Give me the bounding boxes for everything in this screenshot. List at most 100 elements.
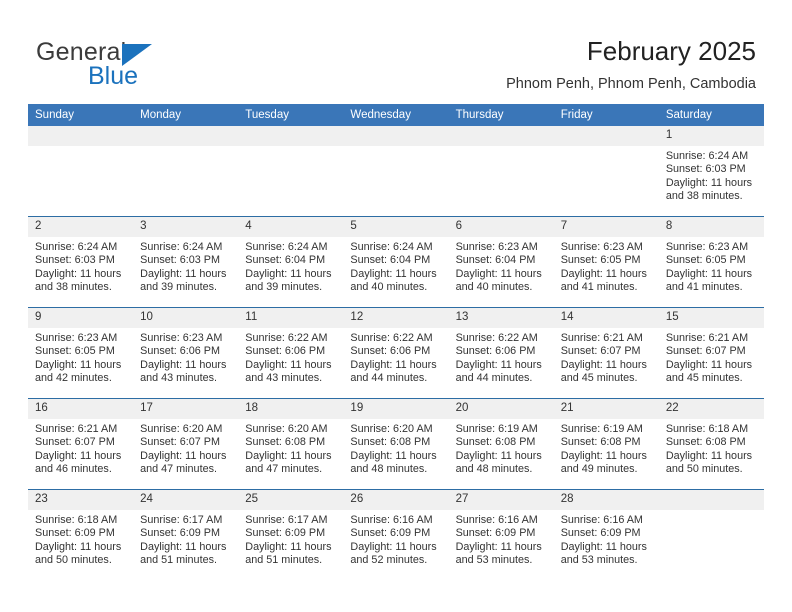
daylight-duration-line2: and 41 minutes. (665, 281, 743, 294)
calendar-day-cell[interactable]: 27 Sunrise: 6:16 AM Sunset: 6:09 PM Dayligh… (448, 489, 554, 580)
day-number: 24 (133, 490, 239, 510)
calendar-day-cell[interactable]: 10 Sunrise: 6:23 AM Sunset: 6:06 PM Dayligh… (133, 307, 239, 399)
day-sun-info: Sunrise: 6:20 AM Sunset: 6:08 PM Daylight:… (343, 419, 448, 477)
sunset-time: Sunset: 6:07 PM (560, 345, 641, 358)
calendar-day-cell[interactable]: 11 Sunrise: 6:22 AM Sunset: 6:06 PM Dayligh… (238, 307, 344, 399)
day-number (658, 490, 764, 510)
day-sun-info: Sunrise: 6:18 AM Sunset: 6:08 PM Daylight:… (659, 419, 764, 477)
day-sun-info: Sunrise: 6:17 AM Sunset: 6:09 PM Daylight:… (238, 510, 343, 568)
day-number (448, 126, 554, 146)
daylight-duration-line2: and 45 minutes. (560, 372, 638, 385)
day-sun-info: Sunrise: 6:22 AM Sunset: 6:06 PM Daylight:… (343, 328, 448, 386)
day-number: 9 (28, 308, 134, 328)
daylight-duration-line1: Daylight: 11 hours (665, 449, 753, 462)
day-number (553, 126, 659, 146)
calendar-day-cell[interactable]: 23 Sunrise: 6:18 AM Sunset: 6:09 PM Dayligh… (28, 489, 134, 580)
daylight-duration-line2: and 48 minutes. (350, 463, 428, 476)
day-sun-info: Sunrise: 6:17 AM Sunset: 6:09 PM Daylight:… (133, 510, 238, 568)
day-sun-info: Sunrise: 6:24 AM Sunset: 6:04 PM Daylight:… (343, 237, 448, 295)
logo-text-blue: Blue (88, 62, 139, 90)
day-number (238, 126, 344, 146)
daylight-duration-line1: Daylight: 11 hours (455, 449, 542, 462)
calendar-day-cell[interactable]: 17 Sunrise: 6:20 AM Sunset: 6:07 PM Dayligh… (133, 398, 239, 490)
day-sun-info: Sunrise: 6:23 AM Sunset: 6:05 PM Daylight:… (659, 237, 764, 295)
daylight-duration-line2: and 44 minutes. (350, 372, 428, 385)
day-sun-info: Sunrise: 6:23 AM Sunset: 6:05 PM Daylight:… (28, 328, 133, 386)
calendar-day-cell[interactable]: 19 Sunrise: 6:20 AM Sunset: 6:08 PM Dayligh… (343, 398, 449, 490)
day-sun-info: Sunrise: 6:16 AM Sunset: 6:09 PM Daylight:… (343, 510, 448, 568)
day-sun-info: Sunrise: 6:22 AM Sunset: 6:06 PM Daylight:… (449, 328, 554, 386)
calendar-day-cell[interactable]: 13 Sunrise: 6:22 AM Sunset: 6:06 PM Dayligh… (448, 307, 554, 399)
daylight-duration-line1: Daylight: 11 hours (140, 540, 227, 553)
day-number: 14 (553, 308, 659, 328)
calendar-day-cell[interactable]: 21 Sunrise: 6:19 AM Sunset: 6:08 PM Dayligh… (553, 398, 659, 490)
daylight-duration-line2: and 53 minutes. (560, 554, 638, 567)
weekday-header-row: Sunday Monday Tuesday Wednesday Thursday Frid… (28, 104, 764, 126)
calendar-day-cell-empty (133, 126, 239, 217)
sunset-time: Sunset: 6:08 PM (245, 436, 326, 449)
calendar-day-cell[interactable]: 28 Sunrise: 6:16 AM Sunset: 6:09 PM Dayligh… (553, 489, 659, 580)
sunrise-time: Sunrise: 6:16 AM (350, 514, 433, 526)
sunrise-time: Sunrise: 6:18 AM (665, 423, 749, 435)
weekday-header-wednesday: Wednesday (343, 104, 449, 126)
day-number: 19 (343, 399, 449, 419)
calendar-day-cell[interactable]: 4 Sunrise: 6:24 AM Sunset: 6:04 PM Daylight… (238, 216, 344, 308)
sunrise-time: Sunrise: 6:23 AM (455, 241, 538, 253)
calendar-day-cell[interactable]: 1 Sunrise: 6:24 AM Sunset: 6:03 PM Daylight… (658, 126, 764, 217)
sunset-time: Sunset: 6:06 PM (245, 345, 326, 358)
calendar-day-cell[interactable]: 12 Sunrise: 6:22 AM Sunset: 6:06 PM Dayligh… (343, 307, 449, 399)
daylight-duration-line1: Daylight: 11 hours (560, 267, 647, 280)
sunrise-time: Sunrise: 6:24 AM (35, 241, 118, 253)
calendar-day-cell[interactable]: 5 Sunrise: 6:24 AM Sunset: 6:04 PM Daylight… (343, 216, 449, 308)
calendar-week-row: 23 Sunrise: 6:18 AM Sunset: 6:09 PM Dayligh… (28, 489, 764, 580)
daylight-duration-line2: and 39 minutes. (140, 281, 217, 294)
sunset-time: Sunset: 6:06 PM (140, 345, 220, 358)
day-number: 3 (133, 217, 239, 237)
day-number: 7 (553, 217, 659, 237)
day-sun-info: Sunrise: 6:24 AM Sunset: 6:03 PM Daylight:… (659, 146, 764, 204)
daylight-duration-line1: Daylight: 11 hours (665, 176, 753, 189)
calendar-day-cell[interactable]: 8 Sunrise: 6:23 AM Sunset: 6:05 PM Daylight… (658, 216, 764, 308)
sunset-time: Sunset: 6:06 PM (455, 345, 536, 358)
calendar-day-cell[interactable]: 24 Sunrise: 6:17 AM Sunset: 6:09 PM Dayligh… (133, 489, 239, 580)
day-number: 26 (343, 490, 449, 510)
calendar-page: General Blue February 2025 Phnom Penh, P… (0, 0, 792, 612)
sunset-time: Sunset: 6:05 PM (35, 345, 115, 358)
calendar-day-cell[interactable]: 20 Sunrise: 6:19 AM Sunset: 6:08 PM Dayligh… (448, 398, 554, 490)
sunrise-time: Sunrise: 6:20 AM (245, 423, 328, 435)
sunrise-time: Sunrise: 6:18 AM (35, 514, 118, 526)
day-sun-info: Sunrise: 6:21 AM Sunset: 6:07 PM Daylight:… (659, 328, 764, 386)
sunset-time: Sunset: 6:08 PM (560, 436, 641, 449)
sunset-time: Sunset: 6:04 PM (350, 254, 431, 267)
calendar-day-cell[interactable]: 15 Sunrise: 6:21 AM Sunset: 6:07 PM Dayligh… (658, 307, 764, 399)
calendar-day-cell[interactable]: 6 Sunrise: 6:23 AM Sunset: 6:04 PM Daylight… (448, 216, 554, 308)
day-sun-info: Sunrise: 6:23 AM Sunset: 6:06 PM Daylight:… (133, 328, 238, 386)
calendar-day-cell[interactable]: 26 Sunrise: 6:16 AM Sunset: 6:09 PM Dayligh… (343, 489, 449, 580)
calendar-day-cell[interactable]: 18 Sunrise: 6:20 AM Sunset: 6:08 PM Dayligh… (238, 398, 344, 490)
day-number: 28 (553, 490, 659, 510)
day-sun-info: Sunrise: 6:23 AM Sunset: 6:04 PM Daylight:… (449, 237, 554, 295)
day-number: 12 (343, 308, 449, 328)
calendar-day-cell[interactable]: 9 Sunrise: 6:23 AM Sunset: 6:05 PM Daylight… (28, 307, 134, 399)
day-number: 11 (238, 308, 344, 328)
daylight-duration-line2: and 53 minutes. (455, 554, 533, 567)
sunrise-time: Sunrise: 6:22 AM (350, 332, 433, 344)
sunset-time: Sunset: 6:04 PM (245, 254, 326, 267)
calendar-day-cell[interactable]: 3 Sunrise: 6:24 AM Sunset: 6:03 PM Daylight… (133, 216, 239, 308)
daylight-duration-line2: and 50 minutes. (35, 554, 112, 567)
calendar-day-cell[interactable]: 7 Sunrise: 6:23 AM Sunset: 6:05 PM Daylight… (553, 216, 659, 308)
day-sun-info: Sunrise: 6:16 AM Sunset: 6:09 PM Daylight:… (554, 510, 659, 568)
sunrise-time: Sunrise: 6:17 AM (245, 514, 328, 526)
calendar-day-cell[interactable]: 2 Sunrise: 6:24 AM Sunset: 6:03 PM Daylight… (28, 216, 134, 308)
calendar-day-cell[interactable]: 16 Sunrise: 6:21 AM Sunset: 6:07 PM Dayligh… (28, 398, 134, 490)
general-blue-logo[interactable]: General Blue (36, 38, 216, 90)
calendar-day-cell[interactable]: 25 Sunrise: 6:17 AM Sunset: 6:09 PM Dayligh… (238, 489, 344, 580)
sunset-time: Sunset: 6:09 PM (140, 527, 220, 540)
calendar-day-cell[interactable]: 22 Sunrise: 6:18 AM Sunset: 6:08 PM Dayligh… (658, 398, 764, 490)
calendar-day-cell[interactable]: 14 Sunrise: 6:21 AM Sunset: 6:07 PM Dayligh… (553, 307, 659, 399)
day-sun-info: Sunrise: 6:18 AM Sunset: 6:09 PM Daylight:… (28, 510, 133, 568)
daylight-duration-line2: and 47 minutes. (140, 463, 217, 476)
daylight-duration-line1: Daylight: 11 hours (455, 267, 542, 280)
daylight-duration-line2: and 49 minutes. (560, 463, 638, 476)
sunrise-time: Sunrise: 6:17 AM (140, 514, 223, 526)
